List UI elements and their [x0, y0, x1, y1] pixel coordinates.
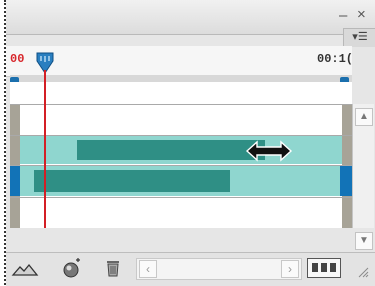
time-ruler[interactable]: [6, 46, 352, 77]
clip-2-active-range[interactable]: [34, 170, 230, 192]
end-time-label: 00:1(: [317, 52, 354, 66]
tween-ball-icon[interactable]: [61, 258, 83, 280]
scroll-right-button[interactable]: ›: [281, 260, 299, 278]
clip-2-right-handle[interactable]: [340, 166, 352, 196]
scroll-left-button[interactable]: ‹: [139, 260, 157, 278]
clip-2-left-handle[interactable]: [10, 166, 20, 196]
scroll-up-button[interactable]: ▲: [355, 108, 373, 126]
frames-icon[interactable]: [307, 258, 341, 278]
panel-title-bar: [6, 0, 375, 35]
resize-grip-icon[interactable]: [355, 264, 369, 278]
left-right-arrow-icon: [245, 140, 293, 162]
mountain-zoom-icon[interactable]: [11, 260, 39, 278]
clip-1-active-range[interactable]: [77, 140, 265, 160]
scroll-down-button[interactable]: ▼: [355, 232, 373, 250]
horizontal-scrollbar[interactable]: [136, 258, 302, 280]
trash-icon[interactable]: [104, 258, 122, 278]
playhead-line: [44, 70, 46, 228]
track-separator: [10, 104, 352, 105]
track-separator: [10, 197, 352, 198]
start-time-label: 00: [10, 52, 25, 66]
minimize-button[interactable]: –: [339, 8, 347, 23]
close-button[interactable]: ×: [357, 7, 366, 22]
panel-menu-button[interactable]: ▾☰: [343, 28, 375, 47]
